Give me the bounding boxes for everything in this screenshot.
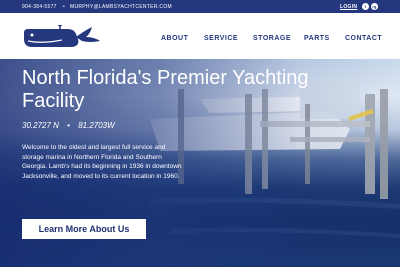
latitude: 30.2727 N [22,121,59,130]
hero-description: Welcome to the oldest and largest full s… [22,144,182,180]
phone-link[interactable]: 904-384-5577 [22,4,57,10]
nav-service[interactable]: SERVICE [204,35,238,42]
nav-storage[interactable]: STORAGE [253,35,291,42]
longitude: 81.2703W [78,121,115,130]
nav-contact[interactable]: CONTACT [345,35,382,42]
site-header: ABOUT SERVICE STORAGE PARTS CONTACT [0,13,400,59]
learn-more-button[interactable]: Learn More About Us [22,219,146,239]
nav-about[interactable]: ABOUT [161,35,188,42]
hero-title: North Florida's Premier Yachting Facilit… [22,67,309,112]
hero-section: North Florida's Premier Yachting Facilit… [0,59,400,267]
nav-parts[interactable]: PARTS [304,35,330,42]
email-link[interactable]: MURPHY@LAMBSYACHTCENTER.COM [70,4,172,10]
coord-separator: • [67,121,70,130]
login-link[interactable]: LOGIN [340,4,357,10]
facebook-icon[interactable]: f [362,3,369,10]
topbar-separator: • [63,4,66,10]
whale-logo-icon[interactable] [22,25,102,51]
coordinates: 30.2727 N • 81.2703W [22,121,121,130]
instagram-icon[interactable]: ig [371,3,378,10]
top-bar: 904-384-5577 • MURPHY@LAMBSYACHTCENTER.C… [0,0,400,13]
